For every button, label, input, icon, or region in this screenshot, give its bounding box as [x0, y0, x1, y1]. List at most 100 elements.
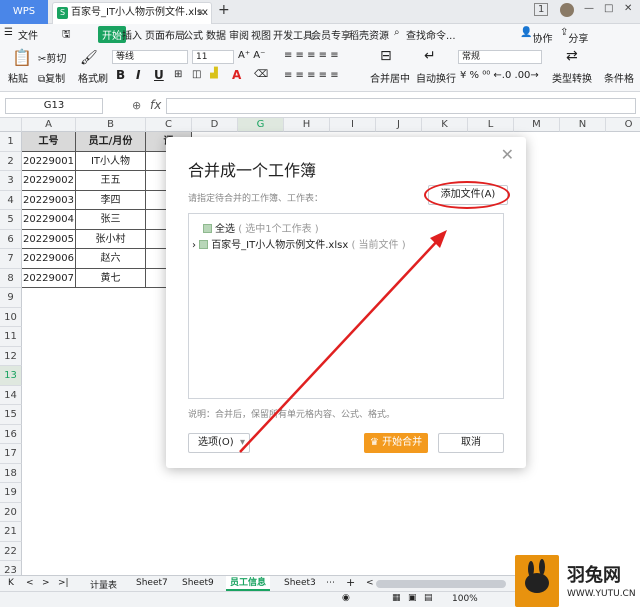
close-tab-icon[interactable]: ×	[197, 3, 205, 23]
row-header-18[interactable]: 18	[0, 463, 22, 483]
header-cell[interactable]: 工号	[22, 132, 76, 152]
sheet-next-icon[interactable]: >	[42, 578, 50, 588]
data-cell[interactable]: 20229004	[22, 210, 76, 230]
fill-color-icon[interactable]: ◫	[192, 69, 201, 80]
italic-button[interactable]: I	[136, 68, 140, 82]
document-tab[interactable]: S 百家号_IT小人物示例文件.xlsx ×	[52, 2, 212, 24]
data-cell[interactable]: 张三	[76, 210, 146, 230]
paste-button[interactable]: 粘贴	[8, 70, 28, 85]
row-header-6[interactable]: 6	[0, 229, 22, 249]
sheet-scroll-left-icon[interactable]: <	[366, 578, 374, 588]
number-format-icons[interactable]: ¥ % ⁰⁰ ←.0 .00→	[460, 70, 539, 81]
select-all-corner[interactable]	[0, 118, 22, 132]
wrap-text-button[interactable]: 自动换行	[416, 70, 456, 85]
row-header-8[interactable]: 8	[0, 268, 22, 288]
maximize-icon[interactable]: □	[604, 3, 613, 14]
sheet-tab-sheet7[interactable]: Sheet7	[136, 578, 168, 588]
new-tab-button[interactable]: +	[218, 2, 230, 18]
column-header-i[interactable]: I	[330, 118, 376, 132]
align-top-icons[interactable]: ≡ ≡ ≡ ≡ ≡	[284, 50, 339, 61]
menu-formula[interactable]: 公式	[183, 27, 203, 42]
name-box[interactable]: G13	[5, 98, 103, 114]
align-left-icons[interactable]: ≡ ≡ ≡ ≡ ≡	[284, 70, 339, 81]
data-cell[interactable]: 20229002	[22, 171, 76, 191]
start-merge-button[interactable]: ♛ 开始合并	[364, 433, 428, 453]
type-convert-button[interactable]: 类型转换	[552, 70, 592, 85]
data-cell[interactable]: 20229005	[22, 229, 76, 249]
data-cell[interactable]: 王五	[76, 171, 146, 191]
horizontal-scrollbar[interactable]	[376, 580, 506, 588]
conditional-format-button[interactable]: 条件格	[604, 70, 634, 85]
zoom-level[interactable]: 100%	[452, 594, 478, 604]
menu-insert[interactable]: 插入	[122, 27, 142, 42]
normal-view-icon[interactable]: ▦	[392, 593, 401, 603]
cancel-button[interactable]: 取消	[438, 433, 504, 453]
font-color-button[interactable]: A	[232, 68, 241, 82]
column-header-d[interactable]: D	[192, 118, 238, 132]
row-header-4[interactable]: 4	[0, 190, 22, 210]
page-break-icon[interactable]: ▤	[424, 593, 433, 603]
column-header-a[interactable]: A	[22, 118, 76, 132]
row-header-20[interactable]: 20	[0, 502, 22, 522]
column-header-o[interactable]: O	[606, 118, 640, 132]
close-icon[interactable]: ✕	[501, 145, 514, 164]
menu-view[interactable]: 视图	[251, 27, 271, 42]
copy-button[interactable]: ⧉复制	[38, 70, 65, 85]
format-painter-icon[interactable]: 🖌	[80, 50, 98, 66]
minimize-icon[interactable]: —	[584, 3, 594, 14]
search-command[interactable]: 查找命令...	[406, 27, 456, 42]
data-cell[interactable]: 20229001	[22, 151, 76, 171]
data-cell[interactable]: 张小村	[76, 229, 146, 249]
bold-button[interactable]: B	[116, 68, 125, 82]
column-header-m[interactable]: M	[514, 118, 560, 132]
sheet-tab-sheet3[interactable]: Sheet3	[284, 578, 316, 588]
wps-home-tab[interactable]: WPS	[0, 0, 48, 24]
row-header-12[interactable]: 12	[0, 346, 22, 366]
format-painter-button[interactable]: 格式刷	[78, 70, 108, 85]
border-icon[interactable]: ⊞	[174, 69, 182, 80]
highlight-icon[interactable]: ▟	[210, 68, 218, 79]
menu-data[interactable]: 数据	[206, 27, 226, 42]
sheet-first-icon[interactable]: K	[8, 578, 14, 588]
menu-developer[interactable]: 开发工具	[273, 27, 313, 42]
page-layout-icon[interactable]: ▣	[408, 593, 417, 603]
row-header-5[interactable]: 5	[0, 210, 22, 230]
data-cell[interactable]: 李四	[76, 190, 146, 210]
column-header-j[interactable]: J	[376, 118, 422, 132]
data-cell[interactable]: 20229003	[22, 190, 76, 210]
column-header-c[interactable]: C	[146, 118, 192, 132]
menu-member[interactable]: 会员专享	[311, 27, 351, 42]
sheet-more-icon[interactable]: ⋯	[326, 578, 335, 588]
formula-input[interactable]	[166, 98, 636, 114]
zoom-formula-icon[interactable]: ⊕	[132, 99, 141, 112]
row-header-16[interactable]: 16	[0, 424, 22, 444]
sheet-tab-jiliang[interactable]: 计量表	[90, 578, 117, 591]
font-grow-icon[interactable]: A⁺ A⁻	[238, 50, 265, 61]
search-icon[interactable]: ⌕	[394, 27, 400, 38]
close-window-icon[interactable]: ✕	[624, 3, 632, 14]
data-cell[interactable]: 赵六	[76, 249, 146, 269]
window-badge[interactable]: 1	[534, 3, 549, 16]
menu-icon[interactable]: ☰	[4, 27, 13, 38]
data-cell[interactable]: 20229007	[22, 268, 76, 288]
eye-icon[interactable]: ◉	[342, 593, 350, 603]
file-item[interactable]: › 百家号_IT小人物示例文件.xlsx ( 当前文件 )	[192, 236, 406, 251]
header-cell[interactable]: 员工/月份	[76, 132, 146, 152]
wrap-icon[interactable]: ↵	[424, 48, 436, 64]
number-format-select[interactable]: 常规	[458, 50, 542, 64]
column-header-h[interactable]: H	[284, 118, 330, 132]
sheet-tab-employee-info[interactable]: 员工信息	[226, 576, 271, 591]
save-icon[interactable]: 🖫	[62, 27, 71, 44]
select-all-checkbox[interactable]: 全选 ( 选中1个工作表 )	[203, 220, 319, 235]
column-header-n[interactable]: N	[560, 118, 606, 132]
merge-icon[interactable]: ⊟	[380, 48, 392, 64]
sheet-tab-sheet9[interactable]: Sheet9	[182, 578, 214, 588]
clear-format-icon[interactable]: ⌫	[254, 69, 268, 80]
merge-center-button[interactable]: 合并居中	[370, 70, 410, 85]
row-header-10[interactable]: 10	[0, 307, 22, 327]
collab-button[interactable]: 👤 协作	[520, 27, 552, 45]
menu-file[interactable]: 文件	[18, 27, 38, 42]
menu-review[interactable]: 审阅	[229, 27, 249, 42]
data-cell[interactable]: 20229006	[22, 249, 76, 269]
column-header-k[interactable]: K	[422, 118, 468, 132]
